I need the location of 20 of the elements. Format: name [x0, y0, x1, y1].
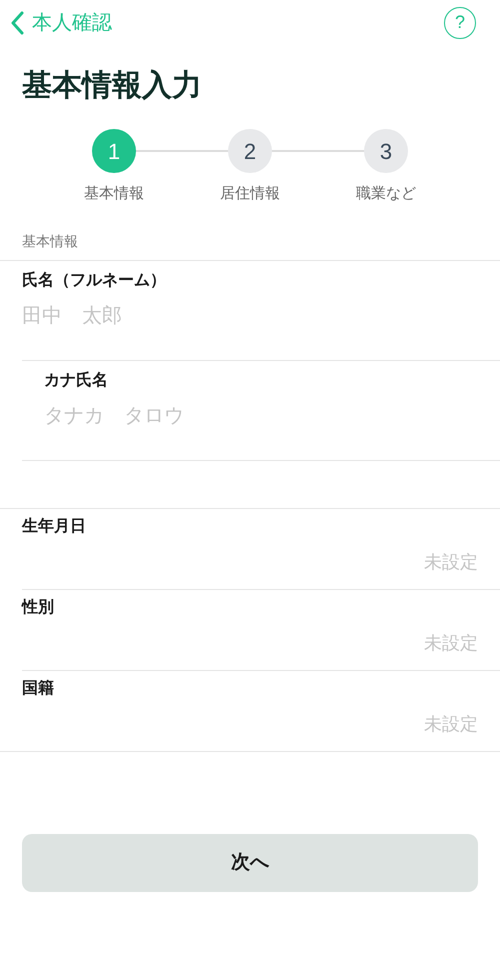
back-chevron-icon — [10, 10, 24, 34]
step-label: 基本情報 — [84, 184, 144, 204]
section-label: 基本情報 — [22, 232, 78, 251]
input-field[interactable]: タナカ タロウ — [44, 401, 484, 431]
row-value: 未設定 — [424, 551, 478, 574]
page-title: 基本情報入力 — [22, 68, 203, 104]
row-label: 生年月日 — [22, 516, 86, 537]
row-value: 未設定 — [424, 632, 478, 655]
field-label: 氏名（フルネーム） — [22, 270, 166, 291]
field-label: カナ氏名 — [44, 370, 108, 391]
select-row[interactable]: 生年月日 未設定 — [22, 509, 500, 590]
row-label: 国籍 — [22, 678, 54, 699]
select-row[interactable]: 国籍 未設定 — [0, 671, 500, 752]
row-value: 未設定 — [424, 713, 478, 736]
next-button[interactable]: 次へ — [22, 834, 478, 892]
select-row[interactable]: 性別 未設定 — [22, 590, 500, 671]
row-label: 性別 — [22, 598, 54, 618]
step-label: 居住情報 — [220, 184, 280, 204]
step-label: 職業など — [356, 184, 416, 204]
input-field[interactable]: 田中 太郎 — [22, 301, 462, 331]
